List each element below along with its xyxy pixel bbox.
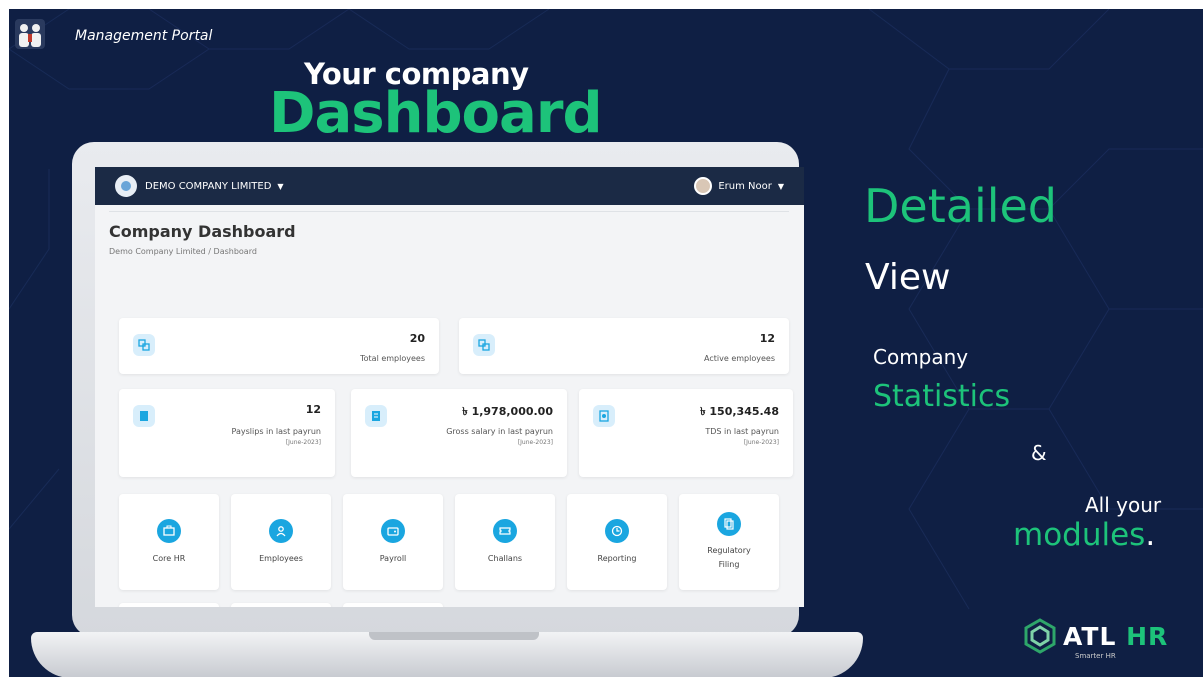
employees-icon (133, 334, 155, 356)
module-label: Regulatory Filing (707, 546, 751, 569)
user-avatar[interactable] (694, 177, 713, 195)
breadcrumb[interactable]: Demo Company Limited / Dashboard (109, 247, 789, 256)
module-card-partial[interactable] (231, 603, 331, 607)
stat-card-tds[interactable]: ৳ 150,345.48 TDS in last payrun [June-20… (579, 389, 793, 477)
modules-period: . (1145, 517, 1156, 553)
laptop-notch (369, 632, 539, 640)
page-title: Company Dashboard (109, 222, 296, 241)
chevron-down-icon[interactable]: ▼ (277, 182, 283, 191)
person-icon (269, 519, 293, 543)
module-payroll[interactable]: Payroll (343, 494, 443, 590)
stat-period: [June-2023] (285, 439, 321, 446)
module-employees[interactable]: Employees (231, 494, 331, 590)
document-icon (717, 512, 741, 536)
module-reporting[interactable]: Reporting (567, 494, 667, 590)
module-label: Core HR (152, 554, 186, 563)
ampersand-text: & (1031, 441, 1047, 465)
payslip-icon (133, 405, 155, 427)
stat-label: Total employees (360, 354, 425, 363)
stat-period: [June-2023] (517, 439, 553, 446)
atl-hr-logo-icon (1024, 618, 1056, 654)
statistics-text: Statistics (873, 379, 1011, 414)
module-card-partial[interactable] (343, 603, 443, 607)
stat-value: 12 (759, 332, 775, 345)
stat-value: 20 (409, 332, 425, 345)
employees-icon (473, 334, 495, 356)
company-text: Company (873, 345, 969, 369)
brand-name-atl: ATL (1063, 622, 1117, 651)
chevron-down-icon[interactable]: ▼ (778, 182, 784, 191)
stat-label: TDS in last payrun (705, 427, 779, 436)
stat-value: ৳ 150,345.48 (700, 405, 779, 418)
briefcase-icon (157, 519, 181, 543)
all-your-text: All your (1085, 493, 1162, 517)
stat-card-total-employees[interactable]: 20 Total employees (119, 318, 439, 374)
clock-icon (605, 519, 629, 543)
module-label: Challans (487, 554, 523, 563)
stat-card-payslips[interactable]: 12 Payslips in last payrun [June-2023] (119, 389, 335, 477)
wallet-icon (381, 519, 405, 543)
stat-value: 12 (305, 403, 321, 416)
ticket-icon (493, 519, 517, 543)
stat-label: Active employees (704, 354, 775, 363)
stat-period: [June-2023] (743, 439, 779, 446)
dashboard-content: Company Dashboard Demo Company Limited /… (109, 211, 789, 256)
slide: Management Portal Your company Dashboard… (9, 9, 1203, 677)
module-challans[interactable]: Challans (455, 494, 555, 590)
headline-line2: Dashboard (269, 81, 603, 146)
app-bar: DEMO COMPANY LIMITED ▼ Erum Noor ▼ (95, 167, 804, 205)
module-label: Payroll (379, 554, 407, 563)
module-label: Reporting (597, 554, 637, 563)
module-regulatory-filing[interactable]: Regulatory Filing (679, 494, 779, 590)
brand-tagline: Smarter HR (1075, 652, 1116, 660)
company-switcher[interactable]: DEMO COMPANY LIMITED (145, 181, 271, 192)
app-screen: DEMO COMPANY LIMITED ▼ Erum Noor ▼ Compa… (95, 167, 804, 607)
detailed-heading: Detailed (864, 179, 1058, 233)
portal-label: Management Portal (75, 28, 213, 44)
modules-text: modules. (1013, 517, 1155, 553)
stat-value: ৳ 1,978,000.00 (462, 405, 553, 418)
tds-icon (593, 405, 615, 427)
modules-word: modules (1013, 517, 1146, 553)
view-heading: View (865, 257, 951, 298)
people-logo-icon (15, 19, 45, 49)
divider (109, 211, 789, 212)
stat-card-gross-salary[interactable]: ৳ 1,978,000.00 Gross salary in last payr… (351, 389, 567, 477)
company-logo-icon (115, 175, 137, 197)
brand-name: ATL HR (1063, 622, 1168, 651)
user-menu[interactable]: Erum Noor (718, 181, 772, 192)
stat-label: Payslips in last payrun (231, 427, 321, 436)
module-card-partial[interactable] (119, 603, 219, 607)
salary-icon (365, 405, 387, 427)
module-label: Employees (259, 554, 303, 563)
stat-label: Gross salary in last payrun (446, 427, 553, 436)
brand-name-hr: HR (1126, 622, 1169, 651)
module-core-hr[interactable]: Core HR (119, 494, 219, 590)
stat-card-active-employees[interactable]: 12 Active employees (459, 318, 789, 374)
